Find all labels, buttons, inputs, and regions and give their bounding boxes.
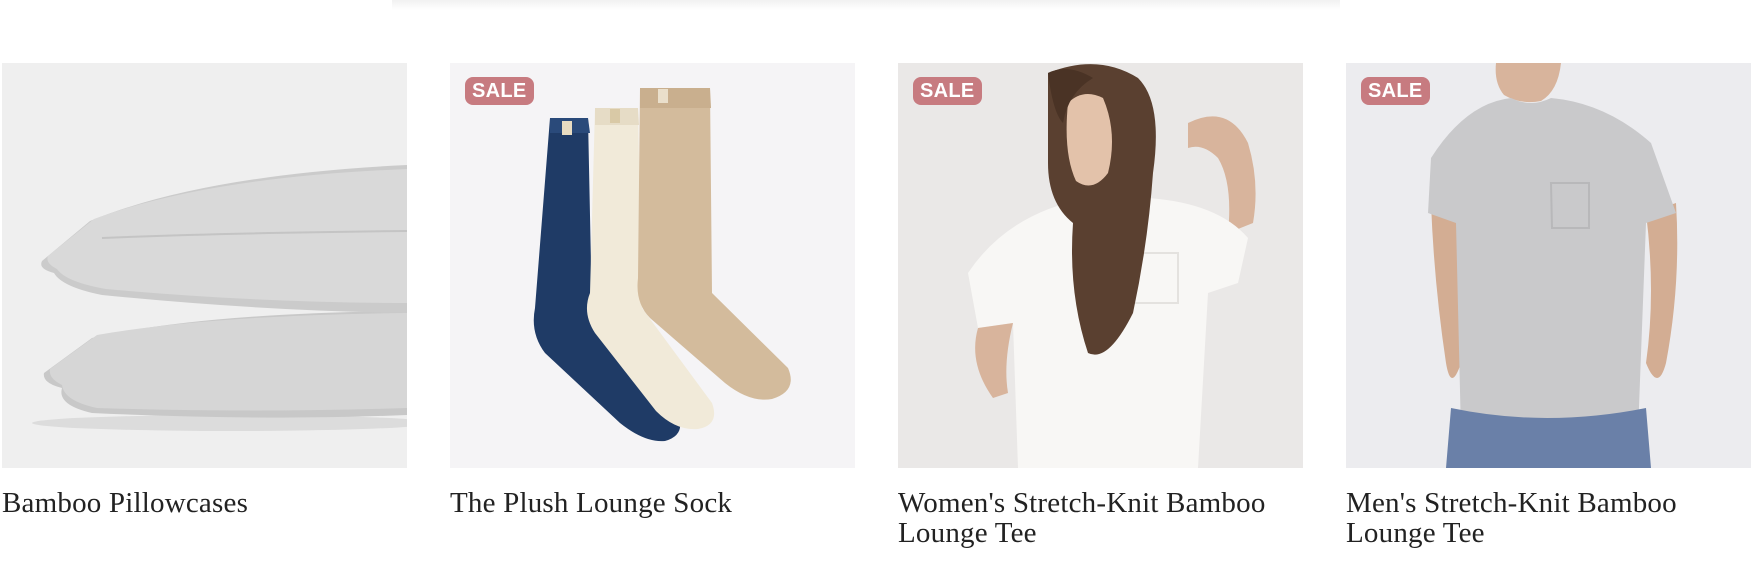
product-image-pillowcases[interactable] (2, 63, 407, 468)
product-card-mens-tee[interactable]: SALE Men's Stretch-Knit Bamboo Lounge Te… (1346, 63, 1751, 548)
product-grid: Bamboo Pillowcases SALE The Plush Lounge… (2, 63, 1751, 548)
product-image-lounge-sock[interactable]: SALE (450, 63, 855, 468)
product-card-pillowcases[interactable]: Bamboo Pillowcases (2, 63, 407, 548)
mens-tee-image (1346, 63, 1751, 468)
pillowcases-image (2, 63, 407, 468)
product-card-lounge-sock[interactable]: SALE The Plush Lounge Sock (450, 63, 855, 548)
womens-tee-image (898, 63, 1303, 468)
sale-badge: SALE (465, 77, 534, 105)
socks-image (450, 63, 855, 468)
product-title[interactable]: Women's Stretch-Knit Bamboo Lounge Tee (898, 488, 1303, 548)
product-image-mens-tee[interactable]: SALE (1346, 63, 1751, 468)
sale-badge: SALE (1361, 77, 1430, 105)
header-shadow (392, 0, 1340, 10)
product-image-womens-tee[interactable]: SALE (898, 63, 1303, 468)
product-card-womens-tee[interactable]: SALE Women's Stretch-Knit Bamboo Lounge … (898, 63, 1303, 548)
sale-badge: SALE (913, 77, 982, 105)
product-title[interactable]: Men's Stretch-Knit Bamboo Lounge Tee (1346, 488, 1751, 548)
product-title[interactable]: Bamboo Pillowcases (2, 488, 407, 518)
product-title[interactable]: The Plush Lounge Sock (450, 488, 855, 518)
